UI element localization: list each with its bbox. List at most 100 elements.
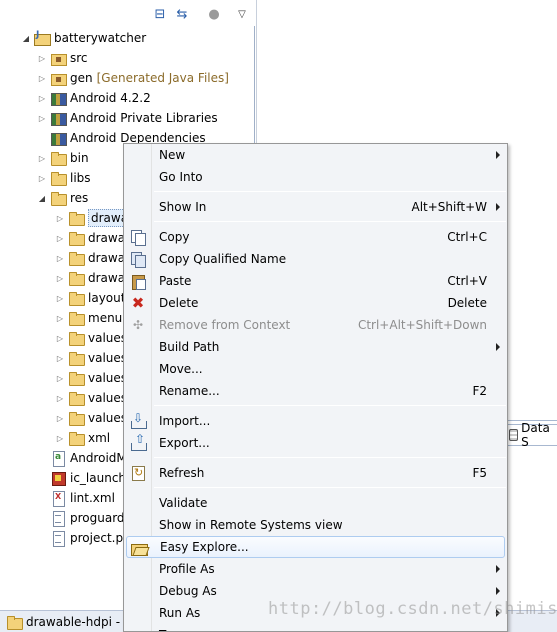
menu-item-label: Profile As [159,562,215,576]
menu-item-label: Show In [159,200,207,214]
collapsed-arrow-icon[interactable]: ▷ [36,108,48,128]
menu-item-import[interactable]: Import... [126,410,505,432]
menu-item-label: Copy Qualified Name [159,252,287,266]
tree-item-label: res [70,191,89,205]
menu-item-move[interactable]: Move... [126,358,505,380]
menu-item-remove-from-context[interactable]: ✣ Remove from Context Ctrl+Alt+Shift+Down [126,314,505,336]
folder-icon [68,250,85,266]
collapsed-arrow-icon[interactable]: ▷ [54,208,66,228]
menu-item-label: Remove from Context [159,318,291,332]
menu-item-shortcut: Ctrl+Alt+Shift+Down [357,318,487,332]
status-text: drawable-hdpi - [26,614,121,629]
menu-item-team[interactable]: Team [126,624,505,631]
collapsed-arrow-icon[interactable]: ▷ [54,228,66,248]
collapsed-arrow-icon[interactable]: ▷ [54,428,66,448]
menu-item-label: Refresh [159,466,205,480]
tree-item[interactable]: ▷ Android 4.2.2 [0,88,255,108]
tree-item-label: xml [88,431,111,445]
menu-separator [154,457,506,458]
tree-item[interactable]: ◢ batterywatcher [0,28,255,48]
collapsed-arrow-icon[interactable]: ▷ [54,388,66,408]
menu-item-show-in-remote-systems-view[interactable]: Show in Remote Systems view [126,514,505,536]
view-menu-icon[interactable]: ▽ [234,7,250,23]
menu-item-label: Team [159,624,191,631]
library-icon [50,130,67,146]
copy-icon [130,229,146,246]
menu-item-label: Easy Explore... [160,540,249,554]
expanded-arrow-icon[interactable]: ◢ [20,28,32,48]
expanded-arrow-icon[interactable]: ◢ [36,188,48,208]
manifest-file-icon [50,450,66,467]
menu-item-profile-as[interactable]: Profile As [126,558,505,580]
refresh-icon [130,465,146,481]
text-file-icon [50,530,66,547]
submenu-arrow-icon [496,203,500,211]
submenu-arrow-icon [496,565,500,573]
menu-item-refresh[interactable]: Refresh F5 [126,462,505,484]
collapsed-arrow-icon[interactable]: ▷ [36,88,48,108]
menu-item-show-in[interactable]: Show In Alt+Shift+W [126,196,505,218]
menu-item-label: Validate [159,496,208,510]
collapsed-arrow-icon[interactable]: ▷ [36,68,48,88]
menu-item-run-as[interactable]: Run As [126,602,505,624]
collapsed-arrow-icon[interactable]: ▷ [54,268,66,288]
folder-icon [68,210,85,226]
menu-item-rename[interactable]: Rename... F2 [126,380,505,402]
folder-icon [68,230,85,246]
collapsed-arrow-icon[interactable]: ▷ [54,308,66,328]
collapsed-arrow-icon[interactable]: ▷ [36,168,48,188]
collapsed-arrow-icon[interactable]: ▷ [36,48,48,68]
copy-qualified-name-icon [130,251,146,268]
menu-item-go-into[interactable]: Go Into [126,166,505,188]
collapsed-arrow-icon[interactable]: ▷ [54,248,66,268]
tree-item[interactable]: ▷ gen [Generated Java Files] [0,68,255,88]
menu-item-debug-as[interactable]: Debug As [126,580,505,602]
android-project-icon [34,30,51,46]
menu-item-validate[interactable]: Validate [126,492,505,514]
folder-icon [68,370,85,386]
tree-item-decoration: [Generated Java Files] [96,71,229,85]
link-with-editor-icon[interactable]: ⇆ [174,7,190,23]
collapsed-arrow-icon[interactable]: ▷ [54,348,66,368]
menu-item-build-path[interactable]: Build Path [126,336,505,358]
xml-file-icon [50,490,66,507]
tree-item-label: gen [70,71,93,85]
menu-item-copy[interactable]: Copy Ctrl+C [126,226,505,248]
collapsed-arrow-icon[interactable]: ▷ [54,408,66,428]
collapsed-arrow-icon[interactable]: ▷ [54,288,66,308]
tree-item-label: drawa [88,251,126,265]
menu-item-paste[interactable]: Paste Ctrl+V [126,270,505,292]
submenu-arrow-icon [496,343,500,351]
collapsed-arrow-icon[interactable]: ▷ [36,148,48,168]
menu-separator [154,487,506,488]
tree-item-label: layout [88,291,126,305]
context-menu: New Go Into Show In Alt+Shift+W Copy Ctrl+C Co… [123,143,508,632]
submenu-arrow-icon [496,587,500,595]
menu-item-easy-explore[interactable]: Easy Explore... [126,536,505,558]
menu-item-label: Rename... [159,384,220,398]
collapsed-arrow-icon[interactable]: ▷ [54,328,66,348]
folder-icon [68,310,85,326]
menu-item-new[interactable]: New [126,144,505,166]
delete-icon: ✖ [131,294,145,312]
folder-icon [68,290,85,306]
folder-icon [50,190,67,206]
tree-item-label: values [88,411,128,425]
collapse-all-icon[interactable]: ⊟ [152,7,168,23]
tree-item[interactable]: ▷ src [0,48,255,68]
menu-item-label: New [159,148,186,162]
tree-item[interactable]: ▷ Android Private Libraries [0,108,255,128]
tree-item-label: values [88,331,128,345]
menu-item-delete[interactable]: ✖ Delete Delete [126,292,505,314]
source-folder-icon [50,70,67,86]
data-source-explorer-tab[interactable]: Data S [505,421,557,449]
menu-item-shortcut: F5 [472,466,487,480]
menu-item-label: Paste [159,274,192,288]
focus-on-active-task-icon[interactable]: ● [206,7,222,23]
collapsed-arrow-icon[interactable]: ▷ [54,368,66,388]
menu-item-export[interactable]: Export... [126,432,505,454]
folder-icon [68,330,85,346]
tree-item-label: menu [88,311,123,325]
menu-item-copy-qualified-name[interactable]: Copy Qualified Name [126,248,505,270]
tree-item-label: src [70,51,88,65]
